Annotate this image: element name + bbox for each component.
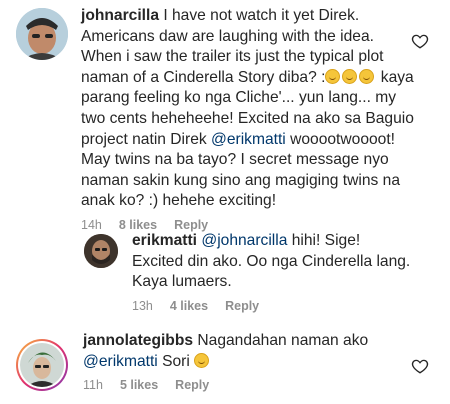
grinning-face-emoji [359,68,375,84]
grinning-face-emoji [342,68,358,84]
comment-text: jannolategibbs Nagandahan naman ako @eri… [83,331,383,372]
reply-button[interactable]: Reply [225,299,259,313]
comment-meta: 11h 5 likes Reply [83,378,383,392]
comment-text-part: Nagandahan naman ako [193,332,369,349]
comment-text-part: Sori [157,352,195,370]
comment-meta: 13h 4 likes Reply [132,299,412,313]
avatar-jannolategibbs[interactable] [16,339,68,391]
reply-button[interactable]: Reply [175,378,209,392]
comment-body: erikmatti @johnarcilla hihi! Sige! Excit… [132,231,412,313]
comment-text: johnarcilla I have not watch it yet Dire… [81,6,415,212]
likes-count[interactable]: 4 likes [170,299,208,313]
username[interactable]: erikmatti [132,232,197,249]
laughing-face-emoji [194,352,210,368]
comment-johnarcilla: johnarcilla I have not watch it yet Dire… [16,6,436,232]
comment-meta: 14h 8 likes Reply [81,218,415,232]
avatar-image [84,234,118,268]
comment-erikmatti: erikmatti @johnarcilla hihi! Sige! Excit… [84,231,424,313]
likes-count[interactable]: 8 likes [119,218,157,232]
mention-link[interactable]: @erikmatti [211,131,286,148]
comment-body: johnarcilla I have not watch it yet Dire… [81,6,415,232]
grinning-face-emoji [325,68,341,84]
avatar-image [16,8,68,60]
avatar-johnarcilla[interactable] [16,8,68,60]
likes-count[interactable]: 5 likes [120,378,158,392]
avatar-erikmatti[interactable] [84,234,118,268]
heart-outline-icon[interactable] [411,32,429,50]
comment-jannolategibbs: jannolategibbs Nagandahan naman ako @eri… [16,332,436,392]
timestamp: 14h [81,217,102,232]
mention-link[interactable]: @johnarcilla [201,232,287,249]
timestamp: 11h [83,378,103,393]
mention-link[interactable]: @erikmatti [83,353,158,370]
username[interactable]: jannolategibbs [83,332,193,349]
username[interactable]: johnarcilla [81,7,159,24]
timestamp: 13h [132,298,153,313]
comment-body: jannolategibbs Nagandahan naman ako @eri… [83,331,383,392]
avatar-image [20,343,64,387]
reply-button[interactable]: Reply [174,218,208,232]
heart-outline-icon[interactable] [411,357,429,375]
comment-text: erikmatti @johnarcilla hihi! Sige! Excit… [132,231,412,293]
